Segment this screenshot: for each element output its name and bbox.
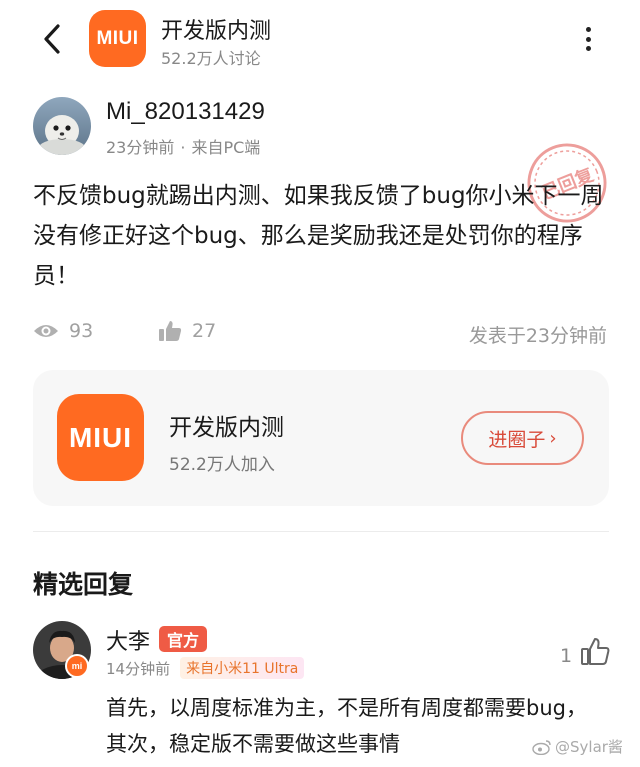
circle-member-count: 52.2万人加入	[169, 455, 275, 475]
mi-badge-icon: mi	[65, 654, 89, 678]
circle-logo[interactable]: MIUI	[89, 10, 146, 67]
reply-avatar[interactable]: mi	[33, 621, 91, 679]
post-meta: 23分钟前 · 来自PC端	[106, 134, 260, 158]
reply-time-ago: 14分钟前	[106, 659, 171, 678]
reply-meta: 14分钟前 来自小米11 Ultra	[106, 657, 305, 679]
enter-circle-button[interactable]: 进圈子 ›	[461, 411, 584, 465]
like-stat[interactable]: 27	[158, 320, 216, 342]
chevron-left-icon	[44, 24, 60, 54]
section-divider	[33, 531, 609, 532]
top-bar: MIUI 开发版内测 52.2万人讨论	[0, 0, 640, 80]
circle-card-title: 开发版内测	[169, 415, 284, 441]
author-name[interactable]: Mi_820131429	[106, 98, 265, 126]
reply-like-button[interactable]	[579, 636, 611, 668]
more-options-button[interactable]	[580, 24, 596, 54]
circle-card-logo: MIUI	[57, 394, 144, 481]
featured-replies-heading: 精选回复	[33, 570, 134, 599]
page-title: 开发版内测	[161, 19, 272, 44]
author-avatar[interactable]	[33, 97, 91, 155]
posted-time: 发表于23分钟前	[468, 325, 607, 347]
chevron-right-icon: ›	[549, 427, 557, 449]
view-count-value: 93	[69, 320, 94, 342]
meta-separator: ·	[180, 138, 186, 157]
reply-content: 首先，以周度标准为主，不是所有周度都需要bug，其次，稳定版不需要做这些事情	[106, 696, 587, 756]
enter-circle-label: 进圈子	[488, 428, 546, 451]
reply-like-count: 1	[560, 645, 573, 667]
circle-card[interactable]: MIUI 开发版内测 52.2万人加入 进圈子 ›	[33, 370, 609, 506]
seal-avatar-image	[33, 97, 91, 155]
weibo-icon	[532, 739, 551, 755]
back-button[interactable]	[38, 22, 70, 56]
device-tag: 来自小米11 Ultra	[180, 657, 305, 679]
post-content: 不反馈bug就踢出内测、如果我反馈了bug你小米下一周没有修正好这个bug、那么…	[33, 183, 604, 289]
thumbs-up-icon	[159, 321, 182, 341]
post-source: 来自PC端	[191, 138, 261, 157]
watermark: @Sylar酱	[532, 736, 623, 757]
official-badge: 官方	[159, 626, 208, 652]
post-time-ago: 23分钟前	[106, 138, 175, 157]
more-vertical-icon	[585, 27, 591, 32]
reply-author-name[interactable]: 大李	[106, 624, 150, 656]
watermark-text: @Sylar酱	[555, 738, 623, 756]
discussion-count: 52.2万人讨论	[161, 49, 261, 68]
like-count-value: 27	[192, 320, 217, 342]
eye-icon	[34, 325, 58, 337]
thumbs-up-outline-icon	[581, 638, 610, 665]
view-count: 93	[33, 320, 93, 342]
